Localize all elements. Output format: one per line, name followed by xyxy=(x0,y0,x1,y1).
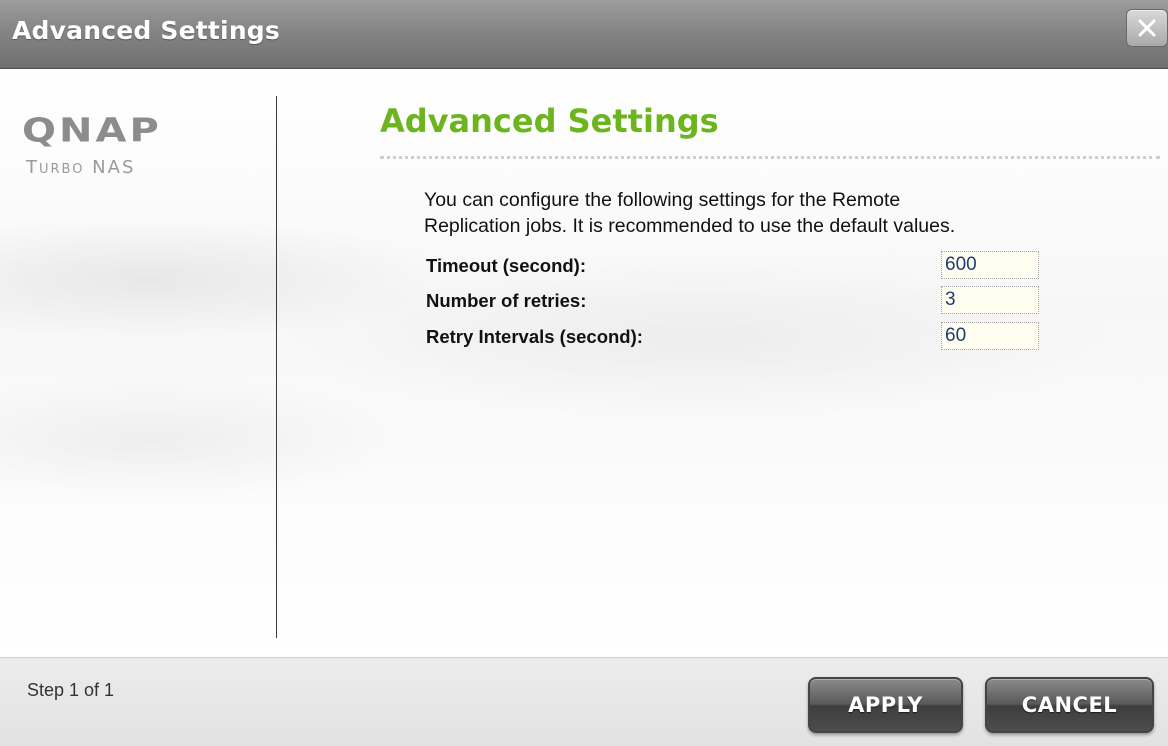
description-text: You can configure the following settings… xyxy=(424,187,1124,239)
retries-input[interactable] xyxy=(941,286,1039,314)
retries-label: Number of retries: xyxy=(426,290,587,311)
close-button[interactable] xyxy=(1126,9,1168,47)
description-line-2: Replication jobs. It is recommended to u… xyxy=(424,215,956,237)
retry-interval-label: Retry Intervals (second): xyxy=(426,326,643,347)
vertical-divider xyxy=(276,96,277,638)
cancel-button[interactable]: CANCEL xyxy=(985,677,1154,733)
description-line-1: You can configure the following settings… xyxy=(424,189,901,211)
timeout-label: Timeout (second): xyxy=(426,255,586,276)
close-icon xyxy=(1138,19,1156,37)
page-heading: Advanced Settings xyxy=(380,102,719,140)
qnap-logo: QNAP xyxy=(22,112,162,150)
step-indicator: Step 1 of 1 xyxy=(27,680,115,700)
retry-interval-input[interactable] xyxy=(941,322,1039,350)
turbo-nas-logo-text: Turbo NAS xyxy=(26,157,136,178)
timeout-input[interactable] xyxy=(941,251,1039,279)
heading-dotted-rule xyxy=(380,156,1160,159)
dialog-title-bar: Advanced Settings xyxy=(0,0,1168,69)
apply-button[interactable]: APPLY xyxy=(808,677,963,733)
dialog-title: Advanced Settings xyxy=(12,16,280,45)
